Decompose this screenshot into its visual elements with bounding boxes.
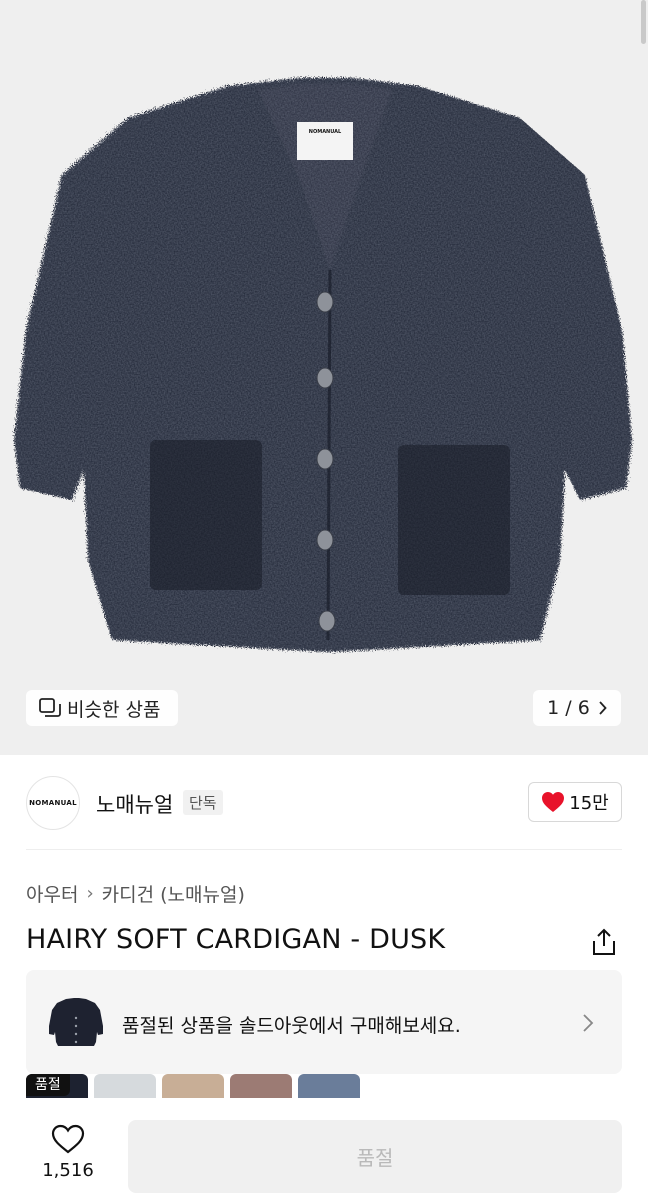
- soldout-resale-card[interactable]: 품절된 상품을 솔드아웃에서 구매해보세요.: [26, 970, 622, 1074]
- color-option[interactable]: [162, 1074, 224, 1098]
- buy-button[interactable]: 품절: [128, 1120, 622, 1193]
- exclusive-badge: 단독: [183, 790, 223, 815]
- similar-items-button[interactable]: 비슷한 상품: [26, 690, 178, 726]
- similar-items-icon: [39, 698, 61, 717]
- color-option[interactable]: [94, 1074, 156, 1098]
- heart-filled-icon: [542, 792, 565, 812]
- buy-button-label: 품절: [356, 1146, 394, 1170]
- product-title: HAIRY SOFT CARDIGAN - DUSK: [26, 924, 446, 955]
- breadcrumb-category[interactable]: 아우터: [26, 880, 78, 907]
- product-image: NOMANUAL: [14, 78, 632, 652]
- chevron-right-icon: [599, 701, 607, 715]
- chevron-right-icon: ›: [86, 883, 94, 904]
- brand-like-button[interactable]: 15만: [528, 782, 622, 822]
- brand-logo-text: NOMANUAL: [29, 799, 77, 807]
- divider: [26, 849, 622, 850]
- wishlist-count: 1,516: [42, 1160, 94, 1181]
- brand-row: NOMANUAL 노매뉴얼 단독 15만: [0, 755, 648, 850]
- page-scrollbar[interactable]: [641, 0, 646, 44]
- color-option[interactable]: [230, 1074, 292, 1098]
- color-option[interactable]: [298, 1074, 360, 1098]
- bottom-action-bar: 1,516 품절: [0, 1098, 648, 1200]
- soldout-message: 품절된 상품을 솔드아웃에서 구매해보세요.: [122, 1015, 461, 1037]
- brand-logo[interactable]: NOMANUAL: [26, 776, 80, 830]
- color-options: 품절: [26, 1074, 360, 1098]
- wishlist-button[interactable]: 1,516: [26, 1124, 110, 1181]
- share-icon[interactable]: [591, 928, 617, 956]
- breadcrumb-subcategory[interactable]: 카디건 (노매뉴얼): [102, 880, 245, 907]
- heart-outline-icon: [51, 1124, 85, 1154]
- product-image-gallery[interactable]: NOMANUAL 비슷한 상품 1 / 6: [0, 0, 648, 755]
- svg-text:NOMANUAL: NOMANUAL: [309, 129, 342, 135]
- color-option[interactable]: 품절: [26, 1074, 88, 1098]
- chevron-right-icon: [583, 1014, 594, 1032]
- breadcrumb: 아우터 › 카디건 (노매뉴얼): [26, 880, 245, 907]
- product-thumbnail: [49, 998, 103, 1046]
- brand-name[interactable]: 노매뉴얼: [96, 789, 173, 819]
- soldout-tag: 품절: [26, 1074, 70, 1096]
- image-pager-count: 1 / 6: [547, 697, 590, 719]
- similar-items-label: 비슷한 상품: [67, 698, 161, 721]
- brand-like-count: 15만: [569, 793, 609, 814]
- image-pager[interactable]: 1 / 6: [533, 690, 621, 726]
